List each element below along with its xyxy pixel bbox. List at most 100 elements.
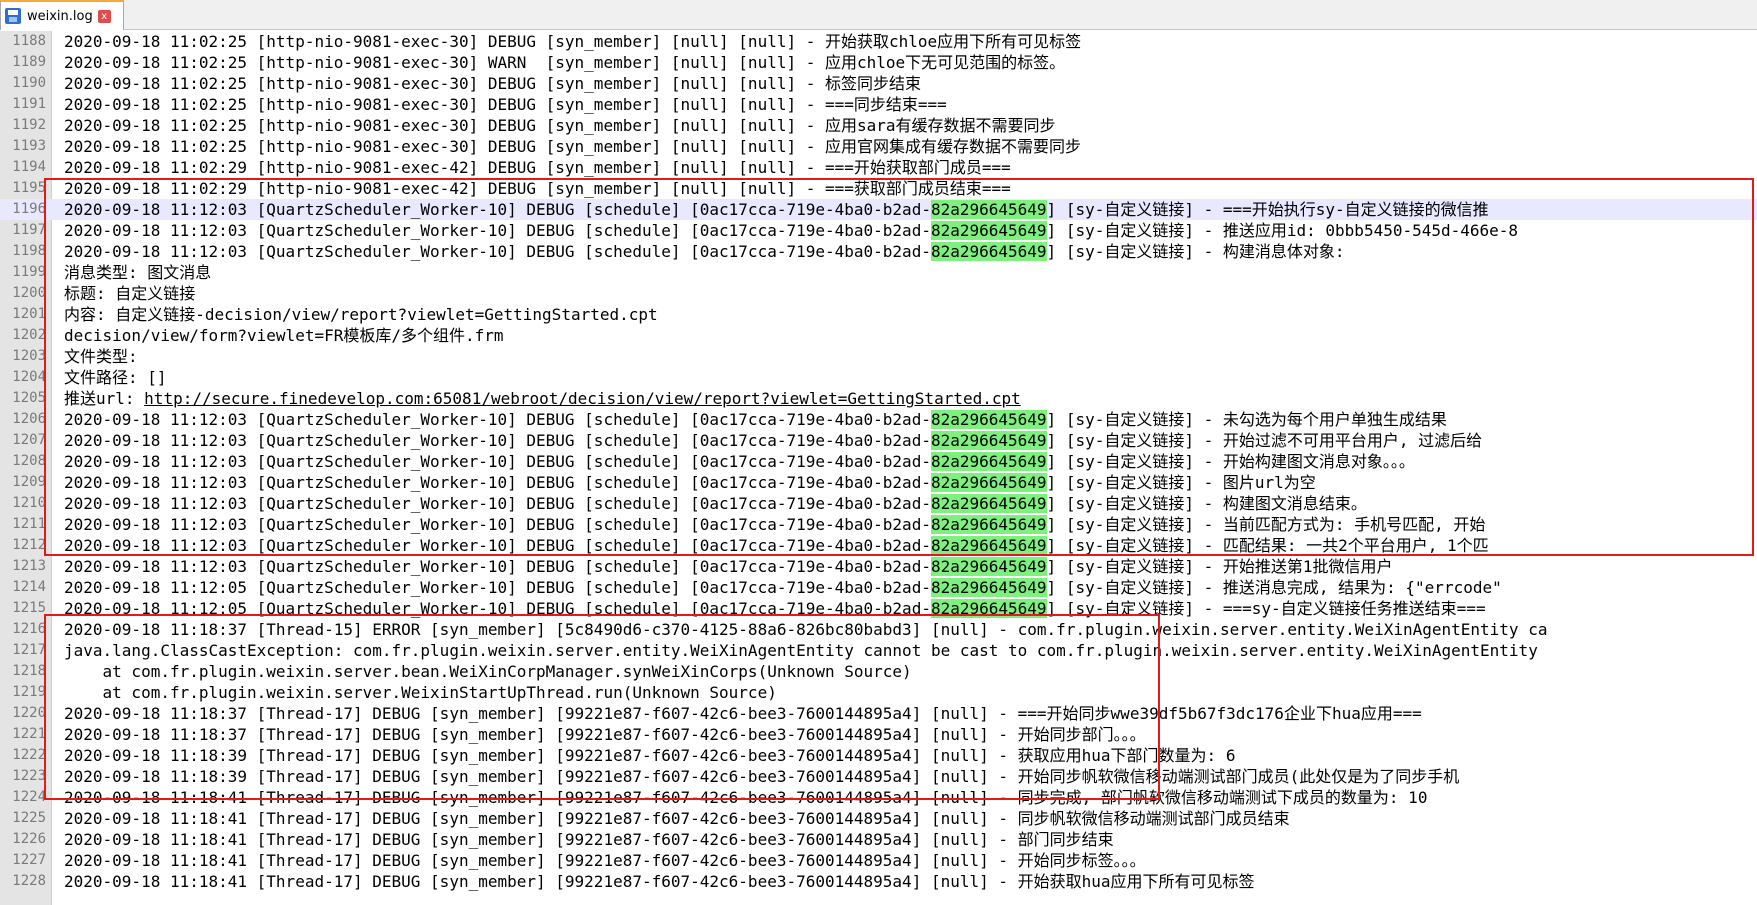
search-match-highlight: 82a296645649 [930, 452, 1047, 471]
log-line[interactable]: 1218 at com.fr.plugin.weixin.server.bean… [0, 661, 1757, 682]
line-text-segment: 消息类型: 图文消息 [64, 263, 212, 282]
line-number: 1203 [12, 348, 46, 364]
line-number: 1200 [12, 285, 46, 301]
line-text-segment: 2020-09-18 11:18:41 [Thread-17] DEBUG [s… [64, 872, 1255, 891]
log-line[interactable]: 1207 2020-09-18 11:12:03 [QuartzScheduler… [0, 430, 1757, 451]
log-line[interactable]: 1202 decision/view/form?viewlet=FR模板库/多个组… [0, 325, 1757, 346]
line-number: 1192 [12, 117, 46, 133]
log-line[interactable]: 1223 2020-09-18 11:18:39 [Thread-17] DEBU… [0, 766, 1757, 787]
line-number: 1194 [12, 159, 46, 175]
line-text: 内容: 自定义链接-decision/view/report?viewlet=G… [64, 304, 658, 325]
line-number: 1189 [12, 54, 46, 70]
log-line[interactable]: 1188 2020-09-18 11:02:25 [http-nio-9081-e… [0, 31, 1757, 52]
log-line[interactable]: 1190 2020-09-18 11:02:25 [http-nio-9081-e… [0, 73, 1757, 94]
line-text: 推送url: http://secure.finedevelop.com:650… [64, 388, 1021, 409]
line-text-segment: ] [sy-自定义链接] - ===sy-自定义链接任务推送结束=== [1046, 599, 1486, 618]
log-lines: 1188 2020-09-18 11:02:25 [http-nio-9081-e… [0, 31, 1757, 892]
log-line[interactable]: 1193 2020-09-18 11:02:25 [http-nio-9081-e… [0, 136, 1757, 157]
line-number: 1213 [12, 558, 46, 574]
log-line[interactable]: 1197 2020-09-18 11:12:03 [QuartzScheduler… [0, 220, 1757, 241]
line-text-segment: 2020-09-18 11:12:03 [QuartzScheduler_Wor… [64, 536, 931, 555]
log-line[interactable]: 1194 2020-09-18 11:02:29 [http-nio-9081-e… [0, 157, 1757, 178]
line-text: 2020-09-18 11:12:03 [QuartzScheduler_Wor… [64, 514, 1485, 535]
line-text: java.lang.ClassCastException: com.fr.plu… [64, 640, 1538, 661]
log-line[interactable]: 1224 2020-09-18 11:18:41 [Thread-17] DEBU… [0, 787, 1757, 808]
line-text: 2020-09-18 11:02:25 [http-nio-9081-exec-… [64, 52, 1065, 73]
search-match-highlight: 82a296645649 [930, 431, 1047, 450]
log-line[interactable]: 1227 2020-09-18 11:18:41 [Thread-17] DEBU… [0, 850, 1757, 871]
log-line[interactable]: 1203 文件类型: [0, 346, 1757, 367]
search-match-highlight: 82a296645649 [930, 494, 1047, 513]
line-number: 1221 [12, 726, 46, 742]
log-line[interactable]: 1214 2020-09-18 11:12:05 [QuartzScheduler… [0, 577, 1757, 598]
log-line[interactable]: 1211 2020-09-18 11:12:03 [QuartzScheduler… [0, 514, 1757, 535]
log-line[interactable]: 1213 2020-09-18 11:12:03 [QuartzScheduler… [0, 556, 1757, 577]
log-line[interactable]: 1205 推送url: http://secure.finedevelop.com… [0, 388, 1757, 409]
line-text-segment: 2020-09-18 11:12:03 [QuartzScheduler_Wor… [64, 557, 931, 576]
file-tab[interactable]: weixin.log x [0, 0, 124, 30]
log-line[interactable]: 1204 文件路径: [] [0, 367, 1757, 388]
log-line[interactable]: 1225 2020-09-18 11:18:41 [Thread-17] DEBU… [0, 808, 1757, 829]
line-text: 2020-09-18 11:02:25 [http-nio-9081-exec-… [64, 73, 921, 94]
line-text: 2020-09-18 11:18:37 [Thread-17] DEBUG [s… [64, 703, 1422, 724]
log-line[interactable]: 1200 标题: 自定义链接 [0, 283, 1757, 304]
log-line[interactable]: 1198 2020-09-18 11:12:03 [QuartzScheduler… [0, 241, 1757, 262]
log-line[interactable]: 1206 2020-09-18 11:12:03 [QuartzScheduler… [0, 409, 1757, 430]
log-line[interactable]: 1196 2020-09-18 11:12:03 [QuartzScheduler… [0, 199, 1757, 220]
log-line[interactable]: 1195 2020-09-18 11:02:29 [http-nio-9081-e… [0, 178, 1757, 199]
log-line[interactable]: 1189 2020-09-18 11:02:25 [http-nio-9081-e… [0, 52, 1757, 73]
line-text-segment: 2020-09-18 11:18:41 [Thread-17] DEBUG [s… [64, 809, 1290, 828]
line-number: 1222 [12, 747, 46, 763]
line-text-segment: 文件类型: [64, 347, 138, 366]
line-text: 2020-09-18 11:12:03 [QuartzScheduler_Wor… [64, 556, 1393, 577]
log-line[interactable]: 1201 内容: 自定义链接-decision/view/report?viewl… [0, 304, 1757, 325]
line-number: 1199 [12, 264, 46, 280]
log-line[interactable]: 1228 2020-09-18 11:18:41 [Thread-17] DEBU… [0, 871, 1757, 892]
line-text: 2020-09-18 11:12:03 [QuartzScheduler_Wor… [64, 535, 1489, 556]
line-number: 1215 [12, 600, 46, 616]
search-match-highlight: 82a296645649 [930, 242, 1047, 261]
line-number: 1190 [12, 75, 46, 91]
line-text: 2020-09-18 11:18:37 [Thread-17] DEBUG [s… [64, 724, 1146, 745]
log-line[interactable]: 1210 2020-09-18 11:12:03 [QuartzScheduler… [0, 493, 1757, 514]
log-line[interactable]: 1209 2020-09-18 11:12:03 [QuartzScheduler… [0, 472, 1757, 493]
search-match-highlight: 82a296645649 [930, 221, 1047, 240]
log-line[interactable]: 1208 2020-09-18 11:12:03 [QuartzScheduler… [0, 451, 1757, 472]
log-line[interactable]: 1191 2020-09-18 11:02:25 [http-nio-9081-e… [0, 94, 1757, 115]
log-line[interactable]: 1222 2020-09-18 11:18:39 [Thread-17] DEBU… [0, 745, 1757, 766]
line-text: 2020-09-18 11:18:41 [Thread-17] DEBUG [s… [64, 871, 1255, 892]
line-text-segment: java.lang.ClassCastException: com.fr.plu… [64, 641, 1538, 660]
url-link[interactable]: http://secure.finedevelop.com:65081/webr… [144, 389, 1021, 408]
line-text-segment: ] [sy-自定义链接] - 开始构建图文消息对象。。。 [1046, 452, 1415, 471]
log-line[interactable]: 1199 消息类型: 图文消息 [0, 262, 1757, 283]
log-line[interactable]: 1216 2020-09-18 11:18:37 [Thread-15] ERRO… [0, 619, 1757, 640]
log-line[interactable]: 1217 java.lang.ClassCastException: com.fr… [0, 640, 1757, 661]
search-match-highlight: 82a296645649 [930, 473, 1047, 492]
close-tab-icon[interactable]: x [97, 9, 111, 23]
log-line[interactable]: 1226 2020-09-18 11:18:41 [Thread-17] DEBU… [0, 829, 1757, 850]
line-text-segment: 2020-09-18 11:02:25 [http-nio-9081-exec-… [64, 32, 1082, 51]
line-text-segment: at com.fr.plugin.weixin.server.WeixinSta… [64, 683, 777, 702]
log-line[interactable]: 1221 2020-09-18 11:18:37 [Thread-17] DEBU… [0, 724, 1757, 745]
line-text-segment: 2020-09-18 11:12:03 [QuartzScheduler_Wor… [64, 200, 931, 219]
line-text-segment: 2020-09-18 11:12:03 [QuartzScheduler_Wor… [64, 494, 931, 513]
line-text: 文件路径: [] [64, 367, 167, 388]
line-text: 2020-09-18 11:12:03 [QuartzScheduler_Wor… [64, 493, 1367, 514]
line-number: 1207 [12, 432, 46, 448]
log-line[interactable]: 1215 2020-09-18 11:12:05 [QuartzScheduler… [0, 598, 1757, 619]
line-number: 1188 [12, 33, 46, 49]
line-text-segment: ] [sy-自定义链接] - 未勾选为每个用户单独生成结果 [1046, 410, 1447, 429]
log-line[interactable]: 1212 2020-09-18 11:12:03 [QuartzScheduler… [0, 535, 1757, 556]
line-text-segment: ] [sy-自定义链接] - 开始过滤不可用平台用户, 过滤后给 [1046, 431, 1483, 450]
log-line[interactable]: 1219 at com.fr.plugin.weixin.server.Weix… [0, 682, 1757, 703]
line-text-segment: 2020-09-18 11:12:03 [QuartzScheduler_Wor… [64, 452, 931, 471]
text-editor[interactable]: 1188 2020-09-18 11:02:25 [http-nio-9081-e… [0, 31, 1757, 905]
line-number: 1198 [12, 243, 46, 259]
log-line[interactable]: 1220 2020-09-18 11:18:37 [Thread-17] DEBU… [0, 703, 1757, 724]
line-number: 1205 [12, 390, 46, 406]
line-number: 1209 [12, 474, 46, 490]
log-line[interactable]: 1192 2020-09-18 11:02:25 [http-nio-9081-e… [0, 115, 1757, 136]
line-number: 1223 [12, 768, 46, 784]
line-text: 2020-09-18 11:18:37 [Thread-15] ERROR [s… [64, 619, 1547, 640]
line-text-segment: 2020-09-18 11:18:37 [Thread-17] DEBUG [s… [64, 725, 1146, 744]
